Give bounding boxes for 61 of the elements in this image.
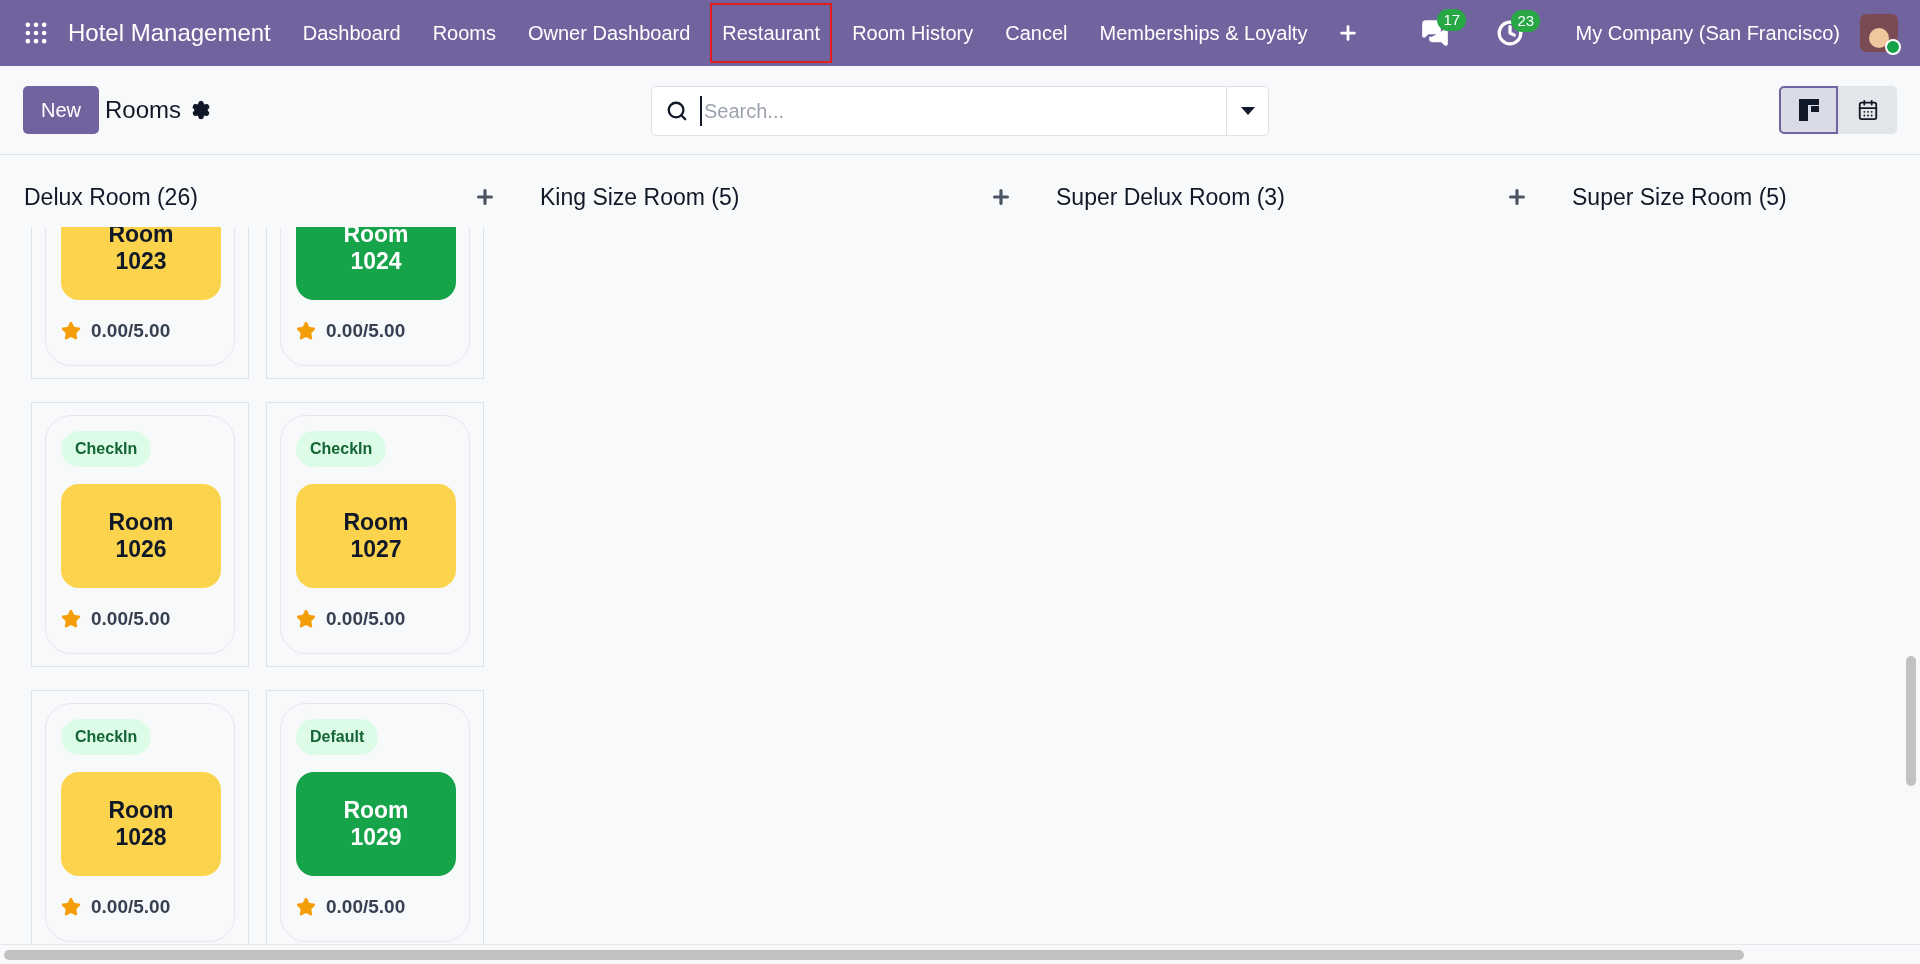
search-input[interactable]: Search... <box>700 96 1226 126</box>
user-avatar[interactable] <box>1860 14 1898 52</box>
menu-item[interactable]: Rooms <box>420 3 508 63</box>
menu-item[interactable]: Dashboard <box>290 3 413 63</box>
menu-item[interactable]: Room History <box>840 3 986 63</box>
online-indicator <box>1885 39 1901 55</box>
room-tile: Room 1028 <box>61 772 221 876</box>
page-title: Rooms <box>105 95 182 125</box>
star-icon <box>296 897 316 918</box>
column-title: Super Size Room (5) <box>1572 182 1787 212</box>
kanban-card[interactable]: CheckIn Room 1028 0.00/5.00 <box>31 690 249 944</box>
search-icon <box>666 100 688 122</box>
column-title: Super Delux Room (3) <box>1056 182 1285 212</box>
view-switch-button[interactable] <box>1838 86 1897 134</box>
star-icon <box>296 321 316 342</box>
activities-count: 23 <box>1511 10 1541 32</box>
star-icon <box>61 897 81 918</box>
status-tag: CheckIn <box>61 719 152 755</box>
kanban-card[interactable]: CheckIn Room 1026 0.00/5.00 <box>31 402 249 667</box>
new-button[interactable]: New <box>23 86 99 134</box>
kanban-icon <box>1798 99 1819 121</box>
calendar-icon <box>1856 99 1879 121</box>
menu-item[interactable]: Restaurant <box>710 3 833 63</box>
company-switcher[interactable]: My Company (San Francisco) <box>1575 18 1840 48</box>
rating: 0.00/5.00 <box>326 607 406 631</box>
star-icon <box>61 609 81 630</box>
status-tag: CheckIn <box>296 431 387 467</box>
rating: 0.00/5.00 <box>91 319 171 343</box>
horizontal-scrollbar[interactable] <box>4 949 1744 960</box>
settings-icon[interactable] <box>191 100 212 120</box>
messages-count: 17 <box>1437 9 1467 31</box>
caret-icon <box>1240 107 1255 115</box>
status-tag: Default <box>296 719 379 755</box>
rating: 0.00/5.00 <box>326 319 406 343</box>
column-title: Delux Room (26) <box>24 182 198 212</box>
quick-add-icon[interactable] <box>474 186 496 208</box>
star-icon <box>296 609 316 630</box>
room-tile: Room 1026 <box>61 484 221 588</box>
kanban-card[interactable]: Room 1024 0.00/5.00 <box>266 227 484 379</box>
quick-add-icon[interactable] <box>990 186 1012 208</box>
star-icon <box>61 321 81 342</box>
room-tile: Room 1027 <box>296 484 456 588</box>
kanban-card[interactable]: Default Room 1029 0.00/5.00 <box>266 690 484 944</box>
rating: 0.00/5.00 <box>326 895 406 919</box>
kanban-card[interactable]: Room 1023 0.00/5.00 <box>31 227 249 379</box>
rating: 0.00/5.00 <box>91 607 171 631</box>
quick-add-icon[interactable] <box>1506 186 1528 208</box>
kanban-card[interactable]: CheckIn Room 1027 0.00/5.00 <box>266 402 484 667</box>
app-title[interactable]: Hotel Management <box>68 15 271 51</box>
view-switch-button[interactable] <box>1779 86 1838 134</box>
room-tile: Room 1024 <box>296 227 456 300</box>
room-tile: Room 1023 <box>61 227 221 300</box>
column-title: King Size Room (5) <box>540 182 740 212</box>
room-tile: Room 1029 <box>296 772 456 876</box>
status-tag: CheckIn <box>61 431 152 467</box>
vertical-scrollbar[interactable] <box>1906 656 1916 786</box>
menu-item[interactable]: Memberships & Loyalty <box>1087 3 1320 63</box>
menu-item[interactable]: Owner Dashboard <box>516 3 703 63</box>
menu-item[interactable]: Cancel <box>993 3 1080 63</box>
search-field[interactable]: Search... <box>651 86 1269 136</box>
rating: 0.00/5.00 <box>91 895 171 919</box>
